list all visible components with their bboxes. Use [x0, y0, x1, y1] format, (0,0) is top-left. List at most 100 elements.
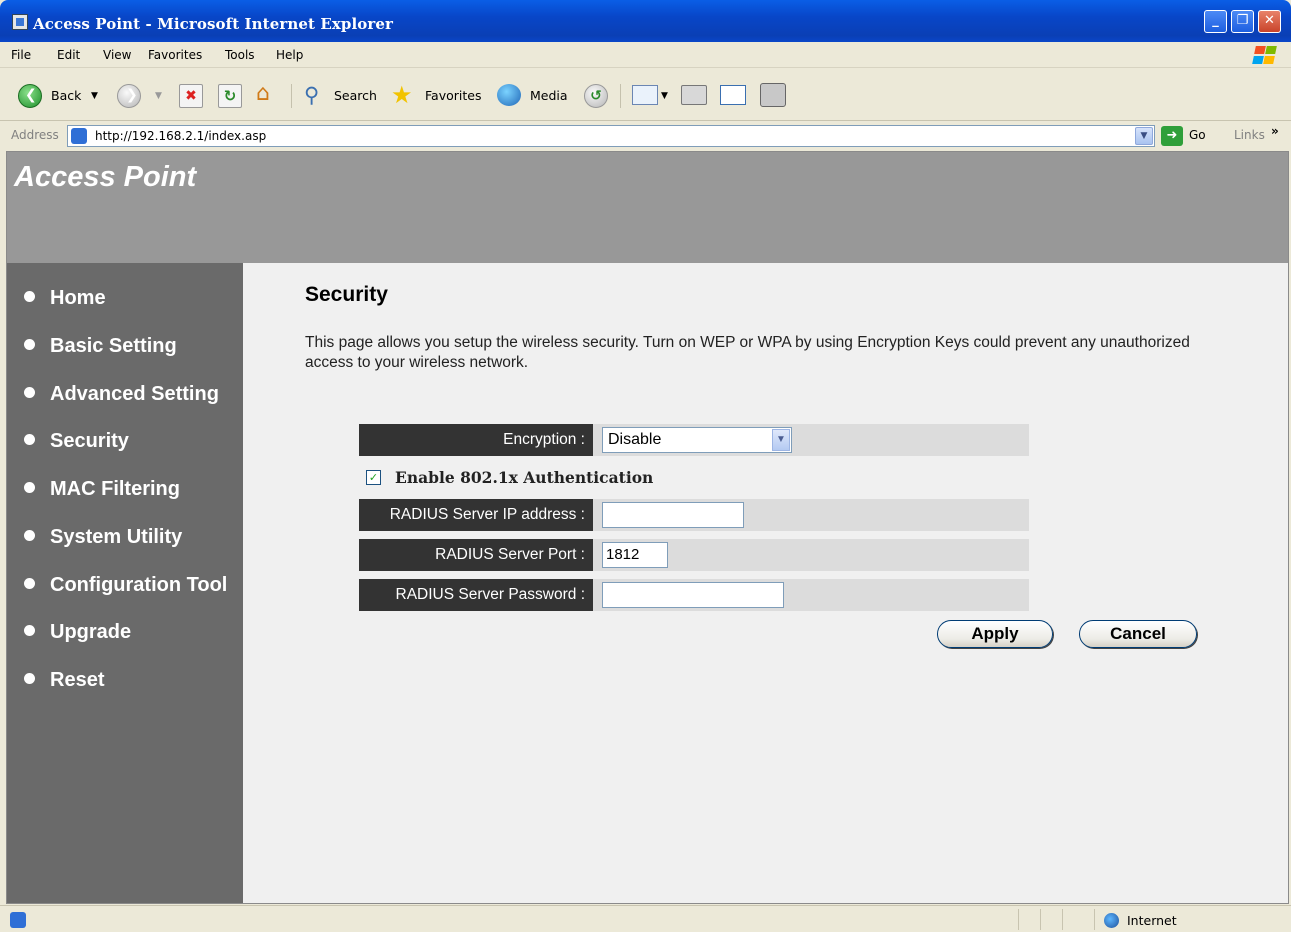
sidebar-nav: Home Basic Setting Advanced Setting Secu… — [7, 263, 243, 903]
apply-button[interactable]: Apply — [937, 620, 1053, 648]
minimize-button[interactable]: _ — [1204, 10, 1227, 33]
back-arrow-icon[interactable] — [18, 84, 42, 108]
status-bar: Internet — [0, 905, 1291, 932]
menu-bar: File Edit View Favorites Tools Help — [0, 42, 1291, 68]
bullet-icon — [24, 530, 35, 541]
menu-favorites[interactable]: Favorites — [148, 48, 202, 62]
nav-item-mac-filtering[interactable]: MAC Filtering — [24, 477, 180, 501]
forward-dropdown-icon[interactable]: ▼ — [155, 84, 162, 108]
stop-icon[interactable]: ✖ — [179, 84, 203, 108]
page-icon — [71, 128, 87, 144]
encryption-cell: Disable ▼ — [593, 424, 1029, 456]
header-banner: Access Point — [7, 152, 1288, 263]
close-button[interactable]: ✕ — [1258, 10, 1281, 33]
encryption-label: Encryption : — [359, 424, 593, 456]
bullet-icon — [24, 625, 35, 636]
home-icon[interactable]: ⌂ — [256, 82, 280, 106]
status-divider — [1062, 909, 1063, 930]
nav-item-configuration-tool[interactable]: Configuration Tool — [24, 573, 227, 597]
nav-label[interactable]: Advanced Setting — [50, 383, 219, 405]
radius-password-cell — [593, 579, 1029, 611]
toolbar-separator — [291, 84, 292, 108]
address-dropdown-icon[interactable]: ▼ — [1135, 127, 1153, 145]
menu-tools[interactable]: Tools — [225, 48, 255, 62]
page-description: This page allows you setup the wireless … — [305, 334, 1190, 371]
security-zone-label: Internet — [1127, 913, 1177, 928]
menu-help[interactable]: Help — [276, 48, 303, 62]
radius-ip-label: RADIUS Server IP address : — [359, 499, 593, 531]
address-url[interactable]: http://192.168.2.1/index.asp — [95, 129, 266, 143]
go-arrow-icon[interactable]: ➜ — [1161, 126, 1183, 146]
brand-title: Access Point — [14, 161, 197, 193]
print-icon[interactable] — [681, 85, 707, 105]
encryption-select[interactable]: Disable ▼ — [602, 427, 792, 453]
radius-password-input[interactable] — [602, 582, 784, 608]
chevron-down-icon[interactable]: ▼ — [772, 429, 790, 451]
nav-item-security[interactable]: Security — [24, 429, 129, 453]
ie-page-icon — [12, 14, 28, 30]
nav-item-advanced-setting[interactable]: Advanced Setting — [24, 382, 219, 406]
nav-label[interactable]: Basic Setting — [50, 335, 177, 357]
mail-icon[interactable] — [632, 85, 658, 105]
status-divider — [1094, 909, 1095, 930]
nav-label[interactable]: MAC Filtering — [50, 478, 180, 500]
history-icon[interactable]: ↺ — [584, 84, 608, 108]
maximize-button[interactable]: ❐ — [1231, 10, 1254, 33]
menu-edit[interactable]: Edit — [57, 48, 80, 62]
enable-8021x-label[interactable]: Enable 802.1x Authentication — [395, 468, 653, 487]
cancel-button[interactable]: Cancel — [1079, 620, 1197, 648]
enable-8021x-checkbox[interactable]: ✓ — [366, 470, 381, 485]
window-title: Access Point - Microsoft Internet Explor… — [33, 15, 394, 33]
nav-label[interactable]: Reset — [50, 669, 104, 691]
radius-password-label: RADIUS Server Password : — [359, 579, 593, 611]
nav-label[interactable]: System Utility — [50, 526, 182, 548]
web-page: Access Point Home Basic Setting Advanced… — [6, 151, 1289, 904]
toolbar-separator — [620, 84, 621, 108]
links-chevron-icon[interactable]: » — [1271, 124, 1279, 138]
internet-globe-icon — [1104, 913, 1119, 928]
go-button-label[interactable]: Go — [1189, 128, 1206, 142]
media-icon[interactable] — [497, 84, 521, 106]
mail-dropdown-icon[interactable]: ▼ — [661, 84, 668, 108]
radius-port-input[interactable]: 1812 — [602, 542, 668, 568]
page-status-icon — [10, 912, 26, 928]
nav-item-reset[interactable]: Reset — [24, 668, 104, 692]
nav-item-basic-setting[interactable]: Basic Setting — [24, 334, 177, 358]
nav-label[interactable]: Home — [50, 287, 106, 309]
radius-ip-input[interactable] — [602, 502, 744, 528]
back-dropdown-icon[interactable]: ▼ — [91, 84, 98, 108]
status-divider — [1018, 909, 1019, 930]
refresh-icon[interactable]: ↻ — [218, 84, 242, 108]
bullet-icon — [24, 339, 35, 350]
media-button-label[interactable]: Media — [530, 84, 568, 108]
links-label[interactable]: Links — [1234, 128, 1265, 142]
favorites-button-label[interactable]: Favorites — [425, 84, 481, 108]
bullet-icon — [24, 291, 35, 302]
bullet-icon — [24, 578, 35, 589]
nav-item-system-utility[interactable]: System Utility — [24, 525, 182, 549]
nav-item-home[interactable]: Home — [24, 286, 106, 310]
title-bar[interactable]: Access Point - Microsoft Internet Explor… — [0, 0, 1291, 42]
nav-label[interactable]: Upgrade — [50, 621, 131, 643]
search-button-label[interactable]: Search — [334, 84, 377, 108]
menu-file[interactable]: File — [11, 48, 31, 62]
back-button-label[interactable]: Back — [51, 84, 81, 108]
favorites-star-icon[interactable]: ★ — [391, 82, 415, 108]
messenger-icon[interactable] — [760, 83, 786, 107]
browser-window: Access Point - Microsoft Internet Explor… — [0, 0, 1291, 932]
nav-label[interactable]: Security — [50, 430, 129, 452]
bullet-icon — [24, 673, 35, 684]
status-divider — [1040, 909, 1041, 930]
bullet-icon — [24, 482, 35, 493]
radius-ip-cell — [593, 499, 1029, 531]
nav-item-upgrade[interactable]: Upgrade — [24, 620, 131, 644]
toolbar: Back ▼ ▼ ✖ ↻ ⌂ ⚲ Search ★ Favorites Medi… — [0, 69, 1291, 121]
windows-logo-icon — [1252, 45, 1277, 65]
edit-icon[interactable] — [720, 85, 746, 105]
address-bar: Address http://192.168.2.1/index.asp ▼ ➜… — [0, 122, 1291, 150]
nav-label[interactable]: Configuration Tool — [50, 574, 227, 596]
menu-view[interactable]: View — [103, 48, 131, 62]
forward-arrow-icon[interactable] — [117, 84, 141, 108]
search-icon[interactable]: ⚲ — [304, 83, 328, 107]
address-input[interactable]: http://192.168.2.1/index.asp ▼ — [67, 125, 1155, 147]
